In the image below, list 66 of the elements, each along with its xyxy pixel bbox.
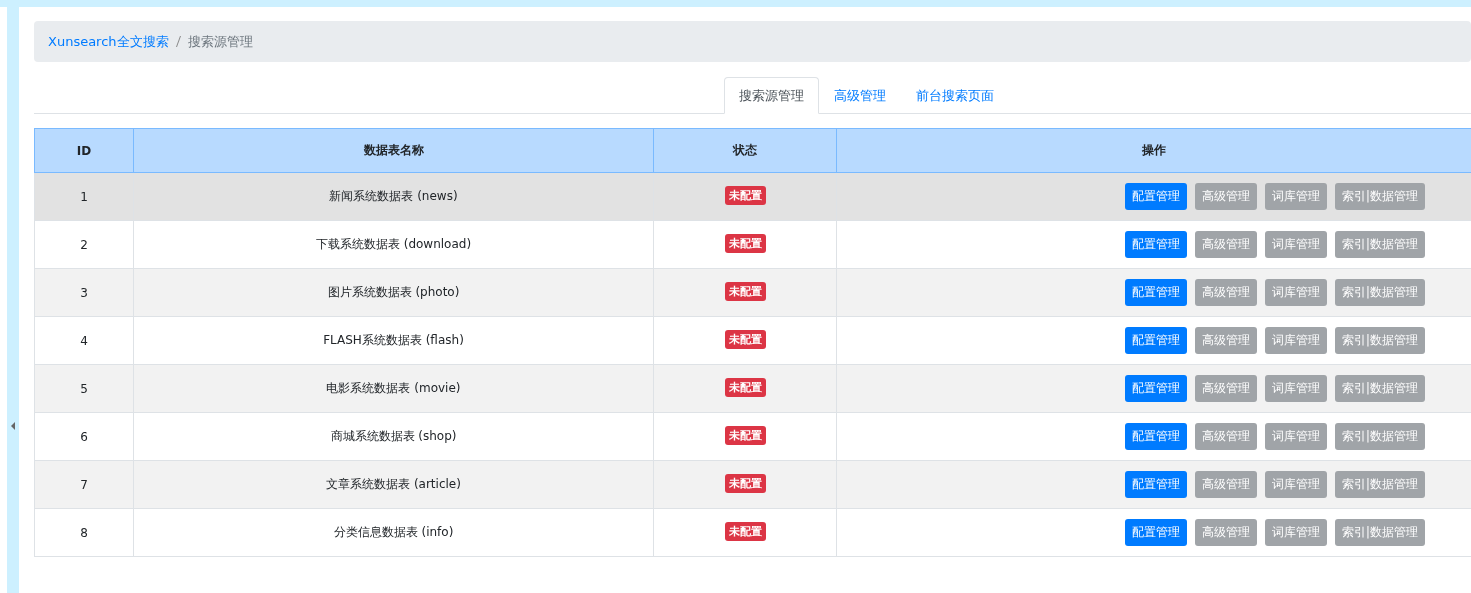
status-badge: 未配置 bbox=[724, 522, 766, 541]
status-badge: 未配置 bbox=[724, 378, 766, 397]
status-badge: 未配置 bbox=[724, 186, 766, 205]
table-cell: 图片系统数据表 (photo) bbox=[133, 268, 654, 317]
status-badge: 未配置 bbox=[724, 426, 766, 445]
status-badge: 未配置 bbox=[724, 474, 766, 493]
table-cell: 新闻系统数据表 (news) bbox=[133, 172, 654, 221]
table-cell: 5 bbox=[34, 364, 134, 413]
table-cell: 1 bbox=[34, 172, 134, 221]
action-button[interactable]: 词库管理 bbox=[1265, 375, 1328, 402]
table-cell: 商城系统数据表 (shop) bbox=[133, 412, 654, 461]
table-cell: 文章系统数据表 (article) bbox=[133, 460, 654, 509]
column-header: 数据表名称 bbox=[133, 128, 654, 173]
action-button[interactable]: 词库管理 bbox=[1265, 183, 1328, 210]
action-button[interactable]: 高级管理 bbox=[1195, 231, 1258, 258]
action-button[interactable]: 索引|数据管理 bbox=[1335, 279, 1425, 306]
action-button[interactable]: 词库管理 bbox=[1265, 471, 1328, 498]
column-header: 操作 bbox=[836, 128, 1471, 173]
table-cell: 7 bbox=[34, 460, 134, 509]
tab[interactable]: 前台搜索页面 bbox=[901, 77, 1009, 114]
action-button[interactable]: 配置管理 bbox=[1125, 519, 1188, 546]
action-button[interactable]: 高级管理 bbox=[1195, 279, 1258, 306]
action-button[interactable]: 高级管理 bbox=[1195, 183, 1258, 210]
table-cell: 分类信息数据表 (info) bbox=[133, 508, 654, 557]
tab[interactable]: 搜索源管理 bbox=[724, 77, 819, 114]
status-badge: 未配置 bbox=[724, 282, 766, 301]
table-cell: 8 bbox=[34, 508, 134, 557]
action-button[interactable]: 索引|数据管理 bbox=[1335, 471, 1425, 498]
table-cell: 3 bbox=[34, 268, 134, 317]
collapse-arrow-icon[interactable] bbox=[11, 422, 15, 430]
action-button[interactable]: 高级管理 bbox=[1195, 327, 1258, 354]
action-button[interactable]: 高级管理 bbox=[1195, 519, 1258, 546]
action-button[interactable]: 词库管理 bbox=[1265, 279, 1328, 306]
action-button[interactable]: 词库管理 bbox=[1265, 423, 1328, 450]
table-cell: 6 bbox=[34, 412, 134, 461]
action-button[interactable]: 索引|数据管理 bbox=[1335, 183, 1425, 210]
table-cell: 电影系统数据表 (movie) bbox=[133, 364, 654, 413]
action-button[interactable]: 配置管理 bbox=[1125, 375, 1188, 402]
action-button[interactable]: 索引|数据管理 bbox=[1335, 519, 1425, 546]
action-button[interactable]: 高级管理 bbox=[1195, 471, 1258, 498]
action-button[interactable]: 配置管理 bbox=[1125, 279, 1188, 306]
action-button[interactable]: 索引|数据管理 bbox=[1335, 423, 1425, 450]
column-header: ID bbox=[34, 128, 134, 173]
tab[interactable]: 高级管理 bbox=[819, 77, 901, 114]
action-button[interactable]: 词库管理 bbox=[1265, 231, 1328, 258]
action-button[interactable]: 索引|数据管理 bbox=[1335, 231, 1425, 258]
action-button[interactable]: 高级管理 bbox=[1195, 375, 1258, 402]
action-button[interactable]: 词库管理 bbox=[1265, 519, 1328, 546]
action-button[interactable]: 配置管理 bbox=[1125, 327, 1188, 354]
column-header: 状态 bbox=[653, 128, 837, 173]
action-button[interactable]: 高级管理 bbox=[1195, 423, 1258, 450]
action-button[interactable]: 配置管理 bbox=[1125, 471, 1188, 498]
action-button[interactable]: 配置管理 bbox=[1125, 423, 1188, 450]
status-badge: 未配置 bbox=[724, 330, 766, 349]
status-badge: 未配置 bbox=[724, 234, 766, 253]
action-button[interactable]: 索引|数据管理 bbox=[1335, 375, 1425, 402]
action-button[interactable]: 索引|数据管理 bbox=[1335, 327, 1425, 354]
breadcrumb-link[interactable]: Xunsearch全文搜索 bbox=[48, 32, 169, 51]
action-button[interactable]: 配置管理 bbox=[1125, 231, 1188, 258]
action-button[interactable]: 配置管理 bbox=[1125, 183, 1188, 210]
table-cell: FLASH系统数据表 (flash) bbox=[133, 316, 654, 365]
action-button[interactable]: 词库管理 bbox=[1265, 327, 1328, 354]
table-cell: 2 bbox=[34, 220, 134, 269]
table-cell: 下载系统数据表 (download) bbox=[133, 220, 654, 269]
breadcrumb-current: 搜索源管理 bbox=[187, 32, 253, 51]
table-cell: 4 bbox=[34, 316, 134, 365]
